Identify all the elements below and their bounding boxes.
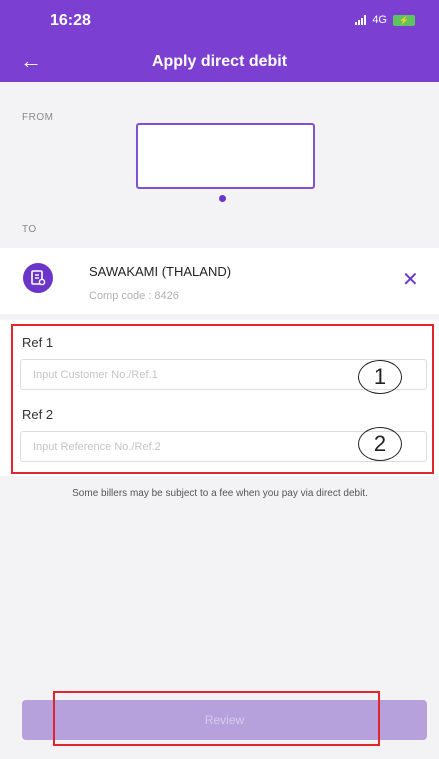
app-header: 16:28 4G ⚡ ← Apply direct debit xyxy=(0,0,439,82)
from-account-card[interactable] xyxy=(136,123,315,189)
annotation-marker-1: 1 xyxy=(358,360,402,394)
battery-icon: ⚡ xyxy=(393,14,415,26)
page-title: Apply direct debit xyxy=(151,53,288,70)
biller-comp-code: Comp code : 8426 xyxy=(89,290,179,302)
to-label: TO xyxy=(22,224,37,235)
from-label: FROM xyxy=(22,112,54,123)
biller-card: SAWAKAMI (THALAND) Comp code : 8426 ✕ xyxy=(0,248,439,314)
biller-icon xyxy=(23,263,53,293)
annotation-box-review xyxy=(53,691,380,746)
fee-note: Some billers may be subject to a fee whe… xyxy=(72,488,368,499)
status-indicators: 4G ⚡ xyxy=(355,14,415,26)
carousel-indicator-dot xyxy=(219,195,226,202)
close-icon[interactable]: ✕ xyxy=(402,270,419,290)
biller-name: SAWAKAMI (THALAND) xyxy=(89,264,232,279)
signal-icon xyxy=(355,15,367,25)
network-type: 4G xyxy=(372,14,387,26)
annotation-marker-2: 2 xyxy=(358,427,402,461)
status-time: 16:28 xyxy=(50,12,91,29)
